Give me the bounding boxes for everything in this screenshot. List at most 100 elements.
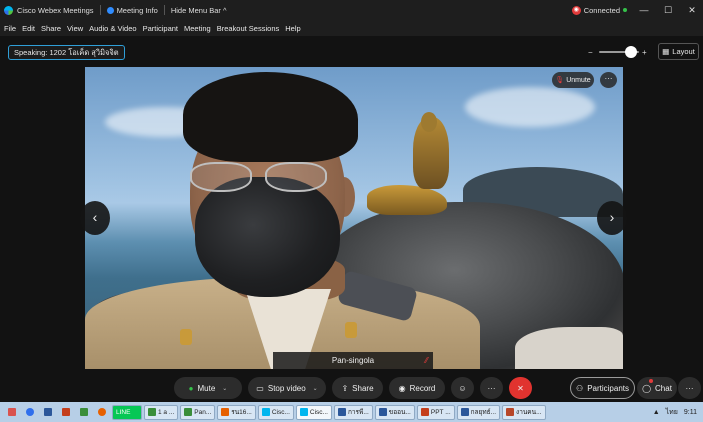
taskbar-item-label: Cisc... (309, 408, 328, 416)
app-icon (221, 408, 230, 416)
next-page-button[interactable]: › (597, 201, 627, 235)
windows-taskbar: LINE 1 a ... Pan... รน16... Cisc... Cisc… (0, 402, 703, 422)
taskbar-item[interactable]: PPT ... (416, 404, 455, 420)
record-icon: ◉ (398, 383, 406, 393)
taskbar-item[interactable]: Pan... (180, 404, 216, 420)
record-button[interactable]: ◉ Record (389, 377, 445, 399)
connected-dot-icon (623, 8, 627, 12)
taskbar-item[interactable]: งานคน... (502, 404, 546, 420)
unmute-participant-button[interactable]: 🎙 Unmute (552, 72, 594, 88)
zoom-in-icon[interactable]: + (642, 48, 650, 57)
share-button[interactable]: ⇪ Share (332, 377, 383, 399)
photos-icon[interactable] (58, 405, 74, 419)
webex-icon (299, 408, 308, 416)
title-divider (163, 5, 165, 15)
menu-participant[interactable]: Participant (143, 24, 178, 33)
title-divider (99, 5, 101, 15)
reactions-button[interactable]: ☺ (451, 377, 474, 399)
taskbar-item-webex[interactable]: Cisc... (257, 404, 294, 420)
taskbar-item-webex-active[interactable]: Cisc... (295, 404, 332, 420)
stop-video-button[interactable]: ▭ Stop video ⌄ (248, 377, 326, 399)
sand-shape (515, 327, 623, 369)
hide-menu-bar-button[interactable]: Hide Menu Bar ^ (171, 6, 227, 15)
taskbar-item-line[interactable]: LINE (112, 404, 142, 420)
leave-meeting-button[interactable]: ✕ (509, 377, 532, 399)
person-icon: ⚇ (576, 383, 584, 393)
unmute-label: Unmute (566, 76, 591, 84)
chat-notification-badge (649, 379, 653, 383)
menu-share[interactable]: Share (41, 24, 61, 33)
menu-breakout-sessions[interactable]: Breakout Sessions (217, 24, 280, 33)
cloud-shape (465, 87, 595, 127)
previous-page-button[interactable]: ‹ (80, 201, 110, 235)
participants-button[interactable]: ⚇ Participants (570, 377, 635, 399)
system-tray: ▲ ไทย 9:11 (653, 402, 697, 422)
share-label: Share (352, 383, 374, 393)
menu-file[interactable]: File (4, 24, 16, 33)
taskbar-item-label: PPT ... (430, 408, 451, 416)
language-indicator[interactable]: ไทย (666, 407, 678, 418)
taskbar-item-label: งานคน... (516, 409, 542, 416)
mute-label: Mute (197, 383, 216, 393)
connection-status[interactable]: ◉ Connected (571, 5, 627, 15)
taskbar-item[interactable]: รน16... (217, 404, 256, 420)
start-button-icon[interactable] (4, 405, 20, 419)
layout-button[interactable]: ▦ Layout (658, 43, 699, 60)
app-icon (148, 408, 156, 416)
panel-more-button[interactable]: ··· (678, 377, 701, 399)
app-icon[interactable] (76, 405, 92, 419)
info-icon (106, 6, 114, 14)
browser-icon[interactable] (22, 405, 38, 419)
menu-help[interactable]: Help (285, 24, 300, 33)
microphone-icon: ● (188, 383, 194, 393)
firefox-icon[interactable] (94, 405, 110, 419)
participant-hair (183, 72, 358, 162)
meeting-info-button[interactable]: Meeting Info (106, 5, 158, 15)
menu-bar: File Edit Share View Audio & Video Parti… (0, 20, 703, 36)
camera-icon: ▭ (256, 383, 264, 393)
uniform-insignia (180, 329, 192, 345)
menu-view[interactable]: View (67, 24, 83, 33)
menu-audio-video[interactable]: Audio & Video (89, 24, 136, 33)
chevron-down-icon[interactable]: ⌄ (222, 385, 227, 392)
chat-button[interactable]: ◯ Chat (637, 377, 677, 399)
menu-meeting[interactable]: Meeting (184, 24, 211, 33)
word-icon (337, 408, 346, 416)
zoom-control: − + (588, 45, 656, 59)
taskbar-item-label: ขออน... (388, 409, 411, 416)
meeting-info-label: Meeting Info (116, 5, 158, 15)
taskbar-item[interactable]: กลยุทธ์... (456, 404, 501, 420)
close-window-button[interactable]: ✕ (685, 5, 699, 16)
chat-label: Chat (655, 383, 672, 393)
maximize-button[interactable]: ☐ (661, 5, 675, 16)
chat-bubble-icon: ◯ (642, 383, 652, 393)
taskbar-item-label: การพี... (347, 409, 369, 416)
tray-arrow-icon[interactable]: ▲ (653, 409, 660, 416)
taskbar-item[interactable]: การพี... (333, 404, 373, 420)
chevron-down-icon[interactable]: ⌄ (313, 385, 318, 392)
mermaid-statue (367, 185, 447, 215)
mute-button[interactable]: ● Mute ⌄ (174, 377, 242, 399)
connection-icon: ◉ (571, 5, 581, 15)
muted-mic-icon: 🎙 (555, 77, 565, 84)
more-options-button[interactable]: ··· (480, 377, 503, 399)
clock[interactable]: 9:11 (684, 409, 697, 416)
title-bar-right: ◉ Connected — ☐ ✕ (571, 0, 699, 20)
app-title: Cisco Webex Meetings (17, 5, 94, 15)
video-more-options-button[interactable]: ··· (600, 72, 617, 88)
taskbar-item-label: กลยุทธ์... (470, 409, 497, 416)
title-bar: Cisco Webex Meetings Meeting Info Hide M… (0, 0, 703, 20)
zoom-slider[interactable] (599, 46, 639, 58)
connection-label: Connected (583, 5, 620, 15)
taskbar-item[interactable]: 1 a ... (144, 404, 179, 420)
word-icon[interactable] (40, 405, 56, 419)
zoom-out-icon[interactable]: − (588, 48, 596, 57)
menu-edit[interactable]: Edit (22, 24, 35, 33)
zoom-slider-thumb[interactable] (625, 46, 637, 58)
speaking-indicator: Speaking: 1202 โอเค็ด สุวิมิจจิต (8, 45, 125, 60)
minimize-button[interactable]: — (637, 5, 651, 15)
video-stage[interactable] (85, 67, 623, 369)
taskbar-item[interactable]: ขออน... (374, 404, 415, 420)
layout-label: Layout (672, 47, 695, 56)
record-label: Record (409, 383, 436, 393)
